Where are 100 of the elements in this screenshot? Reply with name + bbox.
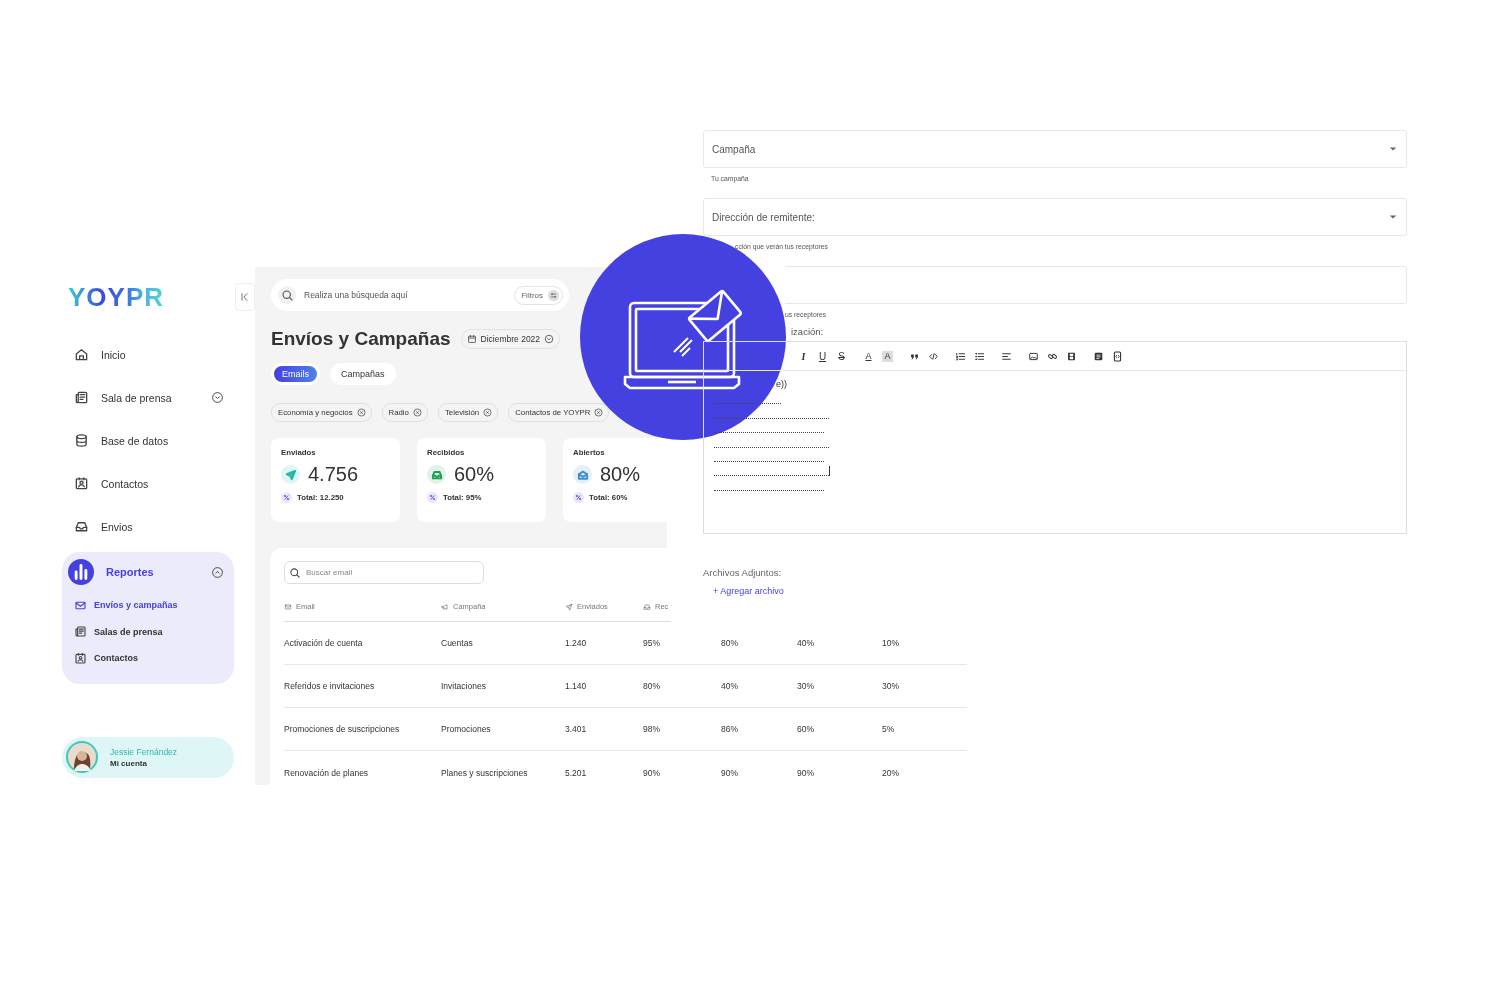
avatar <box>66 741 98 773</box>
remove-icon[interactable] <box>594 408 604 417</box>
table-cell-text: 30% <box>797 681 815 691</box>
search-field[interactable]: Buscar email <box>284 561 484 584</box>
editor-text: e)) <box>775 378 788 390</box>
contact-card-icon <box>74 476 89 491</box>
nav-item[interactable]: Reportes <box>68 556 158 588</box>
nav-item[interactable]: Envios <box>74 516 137 537</box>
image-icon <box>1028 350 1039 362</box>
table-cell-text: Activación de cuenta <box>284 638 364 648</box>
account-link[interactable]: Mi cuenta <box>110 758 178 768</box>
table-cell-text: 90% <box>797 767 815 778</box>
envelope-icon <box>284 602 292 611</box>
video-icon <box>1066 350 1077 362</box>
nav-item[interactable]: Contactos <box>74 473 153 494</box>
table-cell-text: 40% <box>721 681 739 691</box>
text-color-button[interactable]: A <box>860 347 877 365</box>
source-icon <box>1112 350 1123 362</box>
table-cell-text: 1.140 <box>565 681 588 691</box>
date-picker[interactable]: Diciembre 2022 <box>460 329 561 349</box>
table-cell-text: Cuentas <box>441 638 474 648</box>
table-cell-text: 90% <box>643 767 661 778</box>
remove-icon[interactable] <box>483 408 493 417</box>
table-cell-text: Planes y suscripciones <box>441 767 529 778</box>
underline-button[interactable]: U <box>814 347 831 365</box>
chevron-down-icon <box>544 334 555 344</box>
template-icon <box>1093 350 1104 362</box>
caret-icon <box>1389 213 1397 221</box>
select-field[interactable]: Dirección de remitente: <box>703 198 1407 236</box>
search-icon <box>289 566 301 579</box>
table-cell-text: 40% <box>797 638 815 648</box>
percent-icon <box>281 492 292 503</box>
stat-value: 60% <box>454 463 495 486</box>
caret-icon <box>1389 145 1397 153</box>
table-cell-text: 98% <box>643 724 661 734</box>
table-cell-text: Renovación de planes <box>284 767 370 778</box>
percent-icon <box>573 492 584 503</box>
nav-item[interactable]: Inicio <box>74 344 130 365</box>
italic-button[interactable]: I <box>795 347 812 365</box>
inbox-icon <box>643 602 651 611</box>
collapse-icon <box>239 291 251 303</box>
table-cell-text: Promociones de suscripciones <box>284 724 401 734</box>
table-cell-text: 60% <box>797 724 815 734</box>
filter-button[interactable]: Filtros <box>514 285 563 305</box>
table-cell-text: 80% <box>721 638 739 648</box>
remove-icon[interactable] <box>412 408 422 417</box>
paper-plane-icon <box>565 602 573 611</box>
sliders-icon <box>548 289 559 301</box>
page-title: Envíos y Campañas <box>271 328 451 350</box>
user-name: Jessie Fernández <box>110 746 178 757</box>
table-cell-text: 1.240 <box>565 638 588 648</box>
table-cell-text: 20% <box>882 767 900 778</box>
stat-value: 4.756 <box>308 463 359 486</box>
align-icon <box>1001 350 1012 362</box>
contact-card-icon <box>74 651 87 665</box>
newspaper-icon <box>74 625 87 639</box>
attachments-label: Archivos Adjuntos: <box>703 567 783 578</box>
strike-button[interactable]: S <box>833 347 850 365</box>
chevron-up-icon[interactable] <box>211 565 224 579</box>
add-file-link[interactable]: + Agregar archivo <box>713 586 784 596</box>
home-icon <box>74 347 89 362</box>
megaphone-icon <box>441 602 449 611</box>
table-cell-text: 86% <box>721 724 739 734</box>
highlight-button[interactable]: A <box>882 350 893 362</box>
nav-subitem[interactable]: Salas de prensa <box>68 618 224 645</box>
tab[interactable]: Campañas <box>330 363 396 385</box>
nav-subitem[interactable]: Envíos y campañas <box>68 592 224 619</box>
table-cell-text: 3.401 <box>565 724 588 734</box>
nav-subitem[interactable]: Contactos <box>68 645 224 672</box>
nav-item[interactable]: Base de datos <box>74 430 173 451</box>
nav-item[interactable]: Sala de prensa <box>74 387 176 408</box>
code-icon <box>928 350 939 362</box>
table-cell-text: 10% <box>882 638 900 648</box>
ordered-list-icon <box>955 350 966 362</box>
search-field[interactable]: Realiza una búsqueda aquí Filtros <box>271 279 569 311</box>
table-cell-text: Referidos e invitaciones <box>284 681 376 691</box>
search-icon <box>280 288 294 302</box>
table-cell-text: Promociones <box>441 724 492 734</box>
table-cell-text: 5.201 <box>565 767 588 778</box>
table-cell-text: 90% <box>721 767 739 778</box>
table-cell-text: 95% <box>643 638 661 648</box>
tab[interactable]: Emails <box>271 363 320 385</box>
table-cell-text: Invitaciones <box>441 681 487 691</box>
chevron-down-icon[interactable] <box>211 391 224 404</box>
table-cell-text: 5% <box>882 724 896 734</box>
chart-icon <box>68 559 94 585</box>
table-cell-text: 80% <box>643 681 661 691</box>
database-icon <box>74 433 89 448</box>
remove-icon[interactable] <box>356 408 366 417</box>
stat-value: 80% <box>600 463 641 486</box>
inbox-icon <box>74 519 89 534</box>
percent-icon <box>427 492 438 503</box>
account-card[interactable]: Jessie Fernández Mi cuenta <box>62 736 234 778</box>
editor-label: ización: <box>791 326 825 338</box>
newspaper-icon <box>74 390 89 405</box>
select-field[interactable]: Campaña <box>703 130 1407 168</box>
bullet-list-icon <box>974 350 985 362</box>
calendar-icon <box>466 334 477 344</box>
text-cursor <box>829 466 830 477</box>
table-cell-text: 30% <box>882 681 900 691</box>
